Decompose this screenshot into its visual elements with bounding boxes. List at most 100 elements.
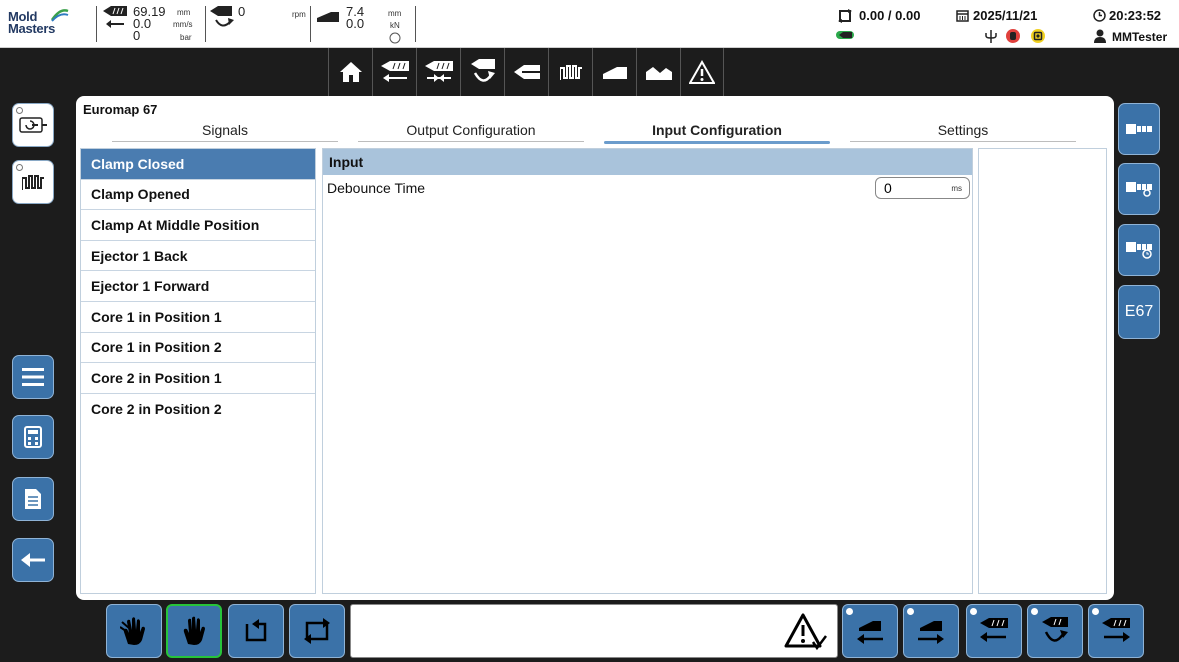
group-header-input: Input [323, 149, 972, 175]
document-icon [25, 489, 41, 509]
core-in-icon [857, 621, 883, 644]
alarm-message-field[interactable] [350, 604, 838, 658]
menu-button[interactable] [12, 355, 54, 399]
user-name[interactable]: MMTester [1112, 30, 1167, 44]
core-puller-icon [1126, 124, 1152, 134]
signal-detail-panel: Input Debounce Time ms [322, 148, 973, 594]
status-separator [415, 6, 416, 42]
list-item[interactable]: Clamp At Middle Position [81, 210, 315, 241]
hand-adjust-icon [120, 617, 145, 645]
injection-speed-unit: mm/s [173, 20, 193, 29]
nav-injection-button[interactable] [372, 48, 416, 96]
nav-alarm-button[interactable] [680, 48, 724, 96]
list-item[interactable]: Core 2 in Position 1 [81, 363, 315, 394]
list-item[interactable]: Ejector 1 Back [81, 241, 315, 272]
warning-icon [689, 60, 715, 84]
nozzle-icon [513, 65, 540, 79]
euromap-67-button[interactable]: E67 [1118, 285, 1160, 339]
user-icon [1094, 29, 1106, 43]
status-separator [310, 6, 311, 42]
nav-bar [328, 48, 724, 96]
nav-heating-button[interactable] [548, 48, 592, 96]
list-item[interactable]: Core 2 in Position 2 [81, 394, 315, 425]
injection-unit-icon [103, 6, 127, 16]
debounce-time-row: Debounce Time ms [323, 175, 972, 201]
tab-input-configuration[interactable]: Input Configuration [594, 122, 840, 144]
button-indicator-dot [1031, 608, 1038, 615]
status-separator [96, 6, 97, 42]
semi-auto-mode-button[interactable] [228, 604, 284, 658]
nav-home-button[interactable] [328, 48, 372, 96]
nav-screw-button[interactable] [460, 48, 504, 96]
injection-icon [380, 61, 409, 82]
document-button[interactable] [12, 477, 54, 521]
mold-masters-logo: Mold Masters [8, 9, 88, 40]
manual-setup-mode-button[interactable] [106, 604, 162, 658]
status-indicator-icon [389, 32, 401, 44]
logo-wave-icon [50, 9, 69, 22]
debounce-time-input[interactable] [884, 180, 940, 196]
tab-label: Output Configuration [406, 122, 536, 138]
tab-label: Signals [202, 122, 248, 138]
signal-list: Clamp Closed Clamp Opened Clamp At Middl… [80, 148, 316, 594]
alarm-acknowledge-icon[interactable] [783, 612, 827, 652]
tab-output-configuration[interactable]: Output Configuration [348, 122, 594, 144]
nav-clamp-button[interactable] [592, 48, 636, 96]
tab-settings[interactable]: Settings [840, 122, 1086, 144]
button-indicator-dot [846, 608, 853, 615]
status-bar: Mold Masters 69.19 mm 0.0 mm/s 0 bar 0 r… [0, 0, 1179, 48]
area-chart-icon [645, 67, 672, 80]
nav-hold-button[interactable] [416, 48, 460, 96]
injection-forward-button[interactable] [1088, 604, 1144, 658]
auto-cycle-mode-button[interactable] [289, 604, 345, 658]
debounce-time-unit: ms [951, 184, 962, 193]
clamp-icon [317, 12, 339, 22]
core-out-icon [918, 621, 944, 644]
list-item[interactable]: Core 1 in Position 2 [81, 333, 315, 364]
cycle-icon [838, 9, 852, 23]
list-item[interactable]: Core 1 in Position 1 [81, 302, 315, 333]
tab-signals[interactable]: Signals [102, 122, 348, 144]
injection-status-icon [836, 31, 854, 39]
date-display: 2025/11/21 [973, 8, 1038, 23]
list-item[interactable]: Clamp Opened [81, 180, 315, 211]
ejector-panel-button[interactable] [12, 103, 54, 147]
camera-status-icon [1031, 29, 1045, 43]
injection-back-icon [980, 618, 1008, 642]
hold-pressure-icon [424, 61, 453, 82]
debounce-time-field[interactable]: ms [875, 177, 970, 199]
clamp-force-unit: kN [390, 21, 400, 30]
injection-back-button[interactable] [966, 604, 1022, 658]
time-display: 20:23:52 [1109, 8, 1162, 23]
nav-nozzle-button[interactable] [504, 48, 548, 96]
list-item[interactable]: Ejector 1 Forward [81, 271, 315, 302]
button-indicator-dot [970, 608, 977, 615]
screw-rotate-icon [1042, 617, 1068, 642]
injection-position-unit: mm [177, 8, 191, 17]
core-timer-button[interactable] [1118, 224, 1160, 276]
temperature-panel-button[interactable] [12, 160, 54, 204]
button-indicator-dot [16, 164, 23, 171]
screw-rotation-icon [210, 6, 234, 27]
core-panel-button[interactable] [1118, 103, 1160, 155]
logo-line-2: Masters [8, 21, 56, 36]
core-in-button[interactable] [842, 604, 898, 658]
injection-pressure-unit: bar [180, 33, 192, 42]
manual-mode-button[interactable] [166, 604, 222, 658]
injection-pressure-value: 0 [133, 28, 141, 43]
arrow-left-icon [21, 553, 45, 567]
core-out-button[interactable] [903, 604, 959, 658]
screw-rotate-button[interactable] [1027, 604, 1083, 658]
home-icon [339, 62, 362, 82]
core-settings-button[interactable] [1118, 163, 1160, 215]
button-indicator-dot [1092, 608, 1099, 615]
nav-statistics-button[interactable] [636, 48, 680, 96]
tab-label: Input Configuration [652, 122, 782, 138]
calculator-button[interactable] [12, 415, 54, 459]
clock-icon [1093, 9, 1106, 22]
core-settings-icon [1126, 182, 1152, 197]
core-timer-icon [1126, 242, 1152, 259]
list-item[interactable]: Clamp Closed [81, 149, 315, 180]
back-button[interactable] [12, 538, 54, 582]
cycle-counter: 0.00 / 0.00 [859, 8, 921, 23]
